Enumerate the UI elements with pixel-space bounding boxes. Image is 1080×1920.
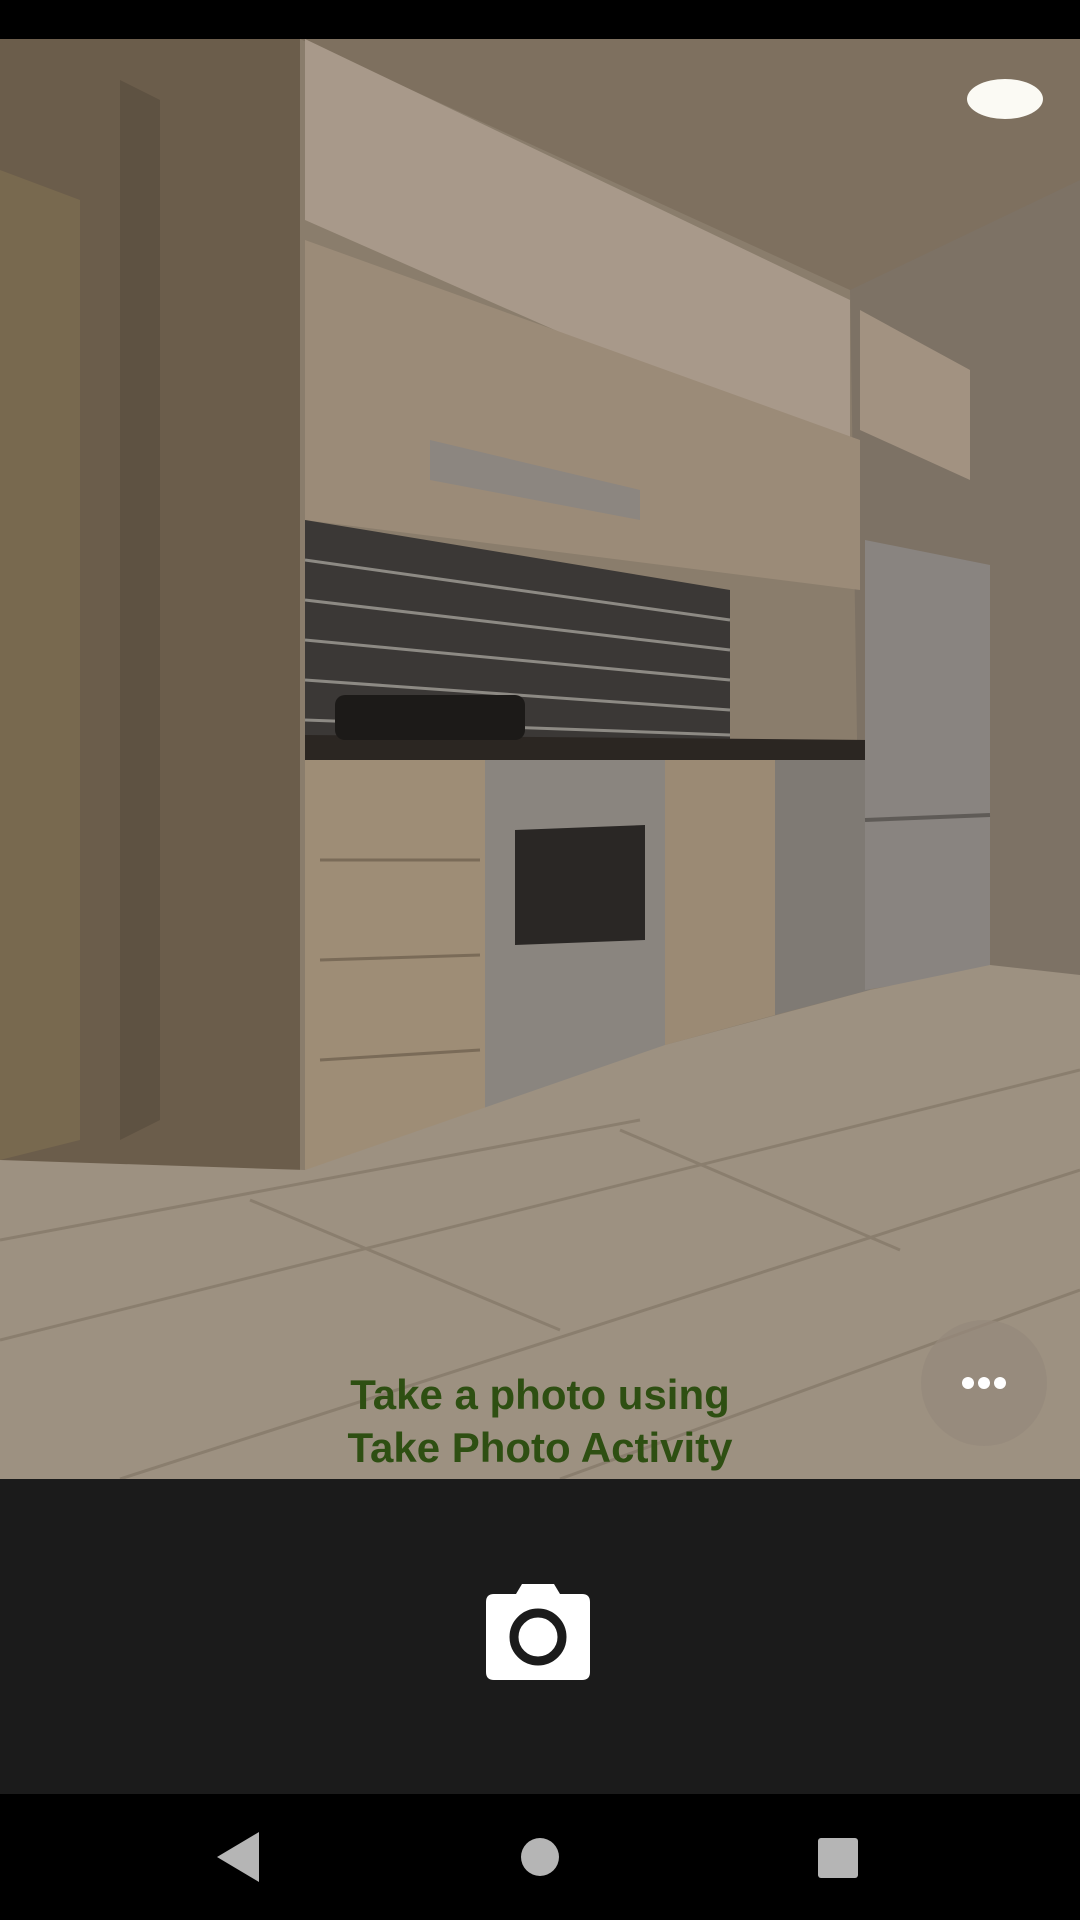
nav-recents-button[interactable]: [804, 1824, 870, 1890]
nav-back-button[interactable]: [205, 1824, 271, 1890]
more-options-button[interactable]: [921, 1320, 1047, 1446]
camera-viewfinder: [0, 39, 1080, 1479]
home-circle-icon: [521, 1838, 559, 1876]
nav-home-button[interactable]: [507, 1824, 573, 1890]
navigation-bar: [0, 1794, 1080, 1920]
kitchen-scene-image: [0, 39, 1080, 1479]
shutter-button[interactable]: [482, 1580, 594, 1682]
camera-icon: [486, 1584, 590, 1680]
hint-line-1: Take a photo using: [350, 1371, 730, 1418]
back-triangle-icon: [217, 1832, 259, 1882]
recents-square-icon: [818, 1838, 858, 1878]
status-bar: [0, 0, 1080, 39]
take-photo-hint: Take a photo using Take Photo Activity: [0, 1368, 1080, 1474]
hint-line-2: Take Photo Activity: [347, 1424, 733, 1471]
more-horizontal-icon: [962, 1377, 1006, 1389]
